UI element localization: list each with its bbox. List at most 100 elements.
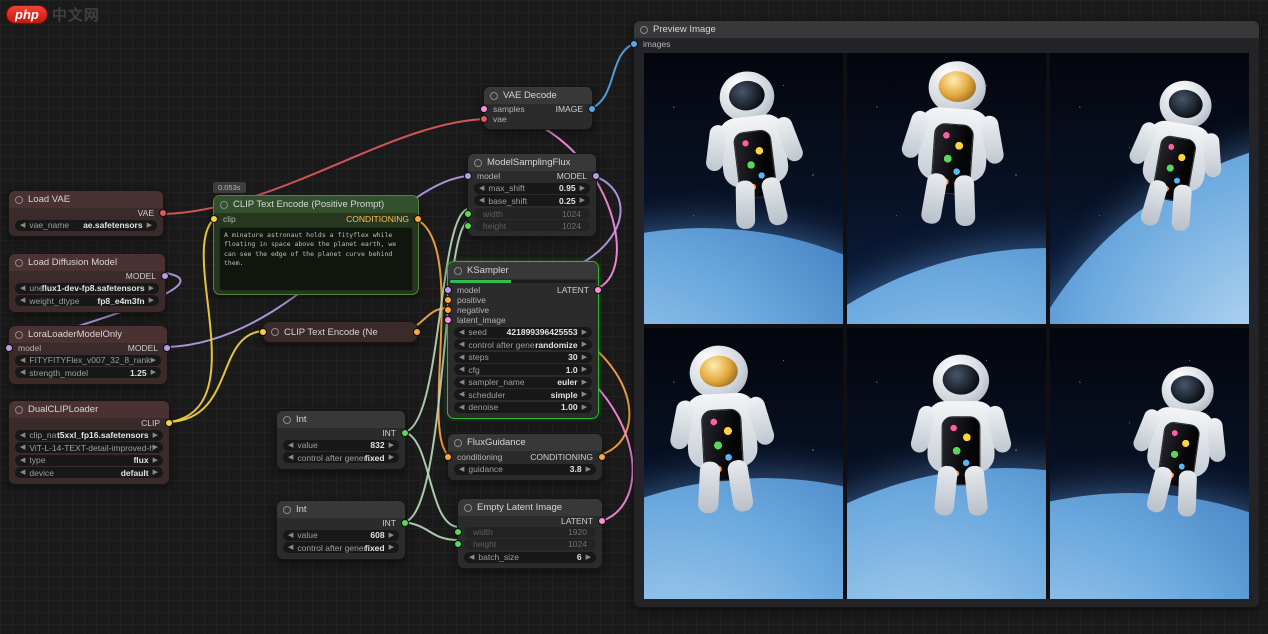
node-model-sampling-flux[interactable]: ModelSamplingFlux model MODEL ◀ max_shif… <box>467 153 597 237</box>
model-input-port[interactable] <box>444 286 452 294</box>
widget-control-after-generate[interactable]: ◀ control after generate fixed ▶ <box>283 452 399 463</box>
increment-icon[interactable]: ▶ <box>586 466 591 473</box>
increment-icon[interactable]: ▶ <box>153 432 158 439</box>
int-output-port[interactable] <box>401 429 409 437</box>
widget-clip-name1[interactable]: ◀ clip_name1 t5xxl_fp16.safetensors ▶ <box>15 430 163 441</box>
node-lora-loader[interactable]: LoraLoaderModelOnly model MODEL ◀ FITYFI… <box>8 325 168 385</box>
node-dual-clip-loader[interactable]: DualCLIPLoader CLIP ◀ clip_name1 t5xxl_f… <box>8 400 170 485</box>
latent-output-port[interactable] <box>598 517 606 525</box>
node-title[interactable]: Load VAE <box>9 191 163 208</box>
increment-icon[interactable]: ▶ <box>151 369 156 376</box>
samples-input-port[interactable] <box>480 105 488 113</box>
widget-value[interactable]: ◀ value 832 ▶ <box>283 440 399 451</box>
widget-control-after-generate[interactable]: ◀ control after generate randomize ▶ <box>454 339 592 350</box>
node-title[interactable]: VAE Decode <box>484 87 592 104</box>
decrement-icon[interactable]: ◀ <box>20 469 25 476</box>
node-load-vae[interactable]: Load VAE VAE ◀ vae_name ae.safetensors ▶ <box>8 190 164 237</box>
node-int-height[interactable]: Int INT ◀ value 608 ▶ ◀ control after ge… <box>276 500 406 560</box>
decrement-icon[interactable]: ◀ <box>459 341 464 348</box>
node-int-width[interactable]: Int INT ◀ value 832 ▶ ◀ control after ge… <box>276 410 406 470</box>
increment-icon[interactable]: ▶ <box>149 285 154 292</box>
increment-icon[interactable]: ▶ <box>389 532 394 539</box>
int-output-port[interactable] <box>401 519 409 527</box>
widget-control-after-generate[interactable]: ◀ control after generate fixed ▶ <box>283 542 399 553</box>
node-title[interactable]: DualCLIPLoader <box>9 401 169 418</box>
decrement-icon[interactable]: ◀ <box>288 442 293 449</box>
decrement-icon[interactable]: ◀ <box>20 285 25 292</box>
height-input-port[interactable] <box>464 222 472 230</box>
increment-icon[interactable]: ▶ <box>580 185 585 192</box>
conditioning-output-port[interactable] <box>413 328 421 336</box>
model-output-port[interactable] <box>592 172 600 180</box>
decrement-icon[interactable]: ◀ <box>479 185 484 192</box>
latent-output-port[interactable] <box>594 286 602 294</box>
node-ksampler[interactable]: KSampler model LATENT positive negative … <box>447 261 599 419</box>
clip-input-port[interactable] <box>259 328 267 336</box>
node-title[interactable]: Load Diffusion Model <box>9 254 165 271</box>
increment-icon[interactable]: ▶ <box>582 404 587 411</box>
widget-clip-name2[interactable]: ◀ ViT-L-14-TEXT-detail-improved-hiT-GmP-… <box>15 442 163 453</box>
conditioning-input-port[interactable] <box>444 453 452 461</box>
node-title[interactable]: CLIP Text Encode (Positive Prompt) <box>214 196 418 213</box>
widget-value[interactable]: ◀ value 608 ▶ <box>283 530 399 541</box>
increment-icon[interactable]: ▶ <box>153 469 158 476</box>
decrement-icon[interactable]: ◀ <box>20 357 25 364</box>
increment-icon[interactable]: ▶ <box>580 197 585 204</box>
widget-base-shift[interactable]: ◀ base_shift 0.25 ▶ <box>474 195 590 206</box>
increment-icon[interactable]: ▶ <box>147 222 152 229</box>
widget-max-shift[interactable]: ◀ max_shift 0.95 ▶ <box>474 183 590 194</box>
decrement-icon[interactable]: ◀ <box>479 197 484 204</box>
width-input-port[interactable] <box>464 210 472 218</box>
increment-icon[interactable]: ▶ <box>149 297 154 304</box>
node-vae-decode[interactable]: VAE Decode samples IMAGE vae <box>483 86 593 130</box>
widget-vae-name[interactable]: ◀ vae_name ae.safetensors ▶ <box>15 220 157 231</box>
increment-icon[interactable]: ▶ <box>389 454 394 461</box>
node-title[interactable]: KSampler <box>448 262 598 279</box>
collapse-dot-icon[interactable] <box>271 328 279 336</box>
decrement-icon[interactable]: ◀ <box>459 404 464 411</box>
decrement-icon[interactable]: ◀ <box>459 354 464 361</box>
widget-steps[interactable]: ◀ steps 30 ▶ <box>454 352 592 363</box>
node-clip-text-encode-positive[interactable]: CLIP Text Encode (Positive Prompt) clip … <box>213 195 419 295</box>
widget-strength-model[interactable]: ◀ strength_model 1.25 ▶ <box>15 367 161 378</box>
node-title[interactable]: Int <box>277 411 405 428</box>
node-title[interactable]: ModelSamplingFlux <box>468 154 596 171</box>
node-flux-guidance[interactable]: FluxGuidance conditioning CONDITIONING ◀… <box>447 433 603 481</box>
decrement-icon[interactable]: ◀ <box>20 444 25 451</box>
decrement-icon[interactable]: ◀ <box>459 379 464 386</box>
decrement-icon[interactable]: ◀ <box>459 329 464 336</box>
increment-icon[interactable]: ▶ <box>582 366 587 373</box>
decrement-icon[interactable]: ◀ <box>20 297 25 304</box>
increment-icon[interactable]: ▶ <box>586 554 591 561</box>
decrement-icon[interactable]: ◀ <box>288 532 293 539</box>
widget-unet-name[interactable]: ◀ unet_name flux1-dev-fp8.safetensors ▶ <box>15 283 159 294</box>
decrement-icon[interactable]: ◀ <box>288 454 293 461</box>
vae-output-port[interactable] <box>159 209 167 217</box>
images-input-port[interactable] <box>630 40 638 48</box>
decrement-icon[interactable]: ◀ <box>459 391 464 398</box>
increment-icon[interactable]: ▶ <box>582 329 587 336</box>
node-preview-image[interactable]: Preview Image images <box>633 20 1260 608</box>
increment-icon[interactable]: ▶ <box>153 457 158 464</box>
increment-icon[interactable]: ▶ <box>582 341 587 348</box>
widget-scheduler[interactable]: ◀ scheduler simple ▶ <box>454 389 592 400</box>
node-clip-text-encode-negative[interactable]: CLIP Text Encode (Ne <box>262 321 418 343</box>
widget-cfg[interactable]: ◀ cfg 1.0 ▶ <box>454 364 592 375</box>
model-output-port[interactable] <box>161 272 169 280</box>
clip-input-port[interactable] <box>210 215 218 223</box>
negative-input-port[interactable] <box>444 306 452 314</box>
model-input-port[interactable] <box>464 172 472 180</box>
widget-guidance[interactable]: ◀ guidance 3.8 ▶ <box>454 464 596 475</box>
widget-weight-dtype[interactable]: ◀ weight_dtype fp8_e4m3fn ▶ <box>15 295 159 306</box>
node-empty-latent-image[interactable]: Empty Latent Image LATENT width 1920 hei… <box>457 498 603 569</box>
width-input-port[interactable] <box>454 528 462 536</box>
widget-batch-size[interactable]: ◀ batch_size 6 ▶ <box>464 552 596 563</box>
increment-icon[interactable]: ▶ <box>389 442 394 449</box>
increment-icon[interactable]: ▶ <box>151 357 156 364</box>
decrement-icon[interactable]: ◀ <box>20 222 25 229</box>
increment-icon[interactable]: ▶ <box>582 379 587 386</box>
decrement-icon[interactable]: ◀ <box>469 554 474 561</box>
decrement-icon[interactable]: ◀ <box>288 544 293 551</box>
clip-output-port[interactable] <box>165 419 173 427</box>
increment-icon[interactable]: ▶ <box>389 544 394 551</box>
